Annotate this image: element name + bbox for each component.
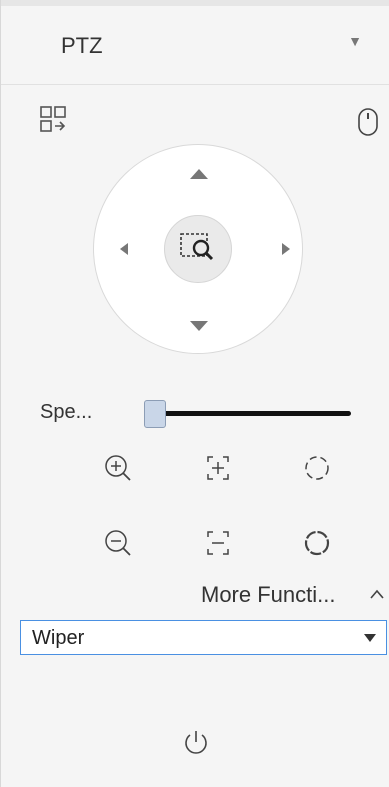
iris-close-icon	[304, 530, 330, 556]
panel-title: PTZ	[61, 33, 103, 58]
area-zoom-icon	[180, 233, 214, 261]
function-select-value: Wiper	[32, 627, 85, 649]
iris-open-icon	[305, 456, 329, 480]
pan-down-button[interactable]	[190, 321, 208, 331]
pan-left-button[interactable]	[120, 243, 128, 255]
ptz-direction-pad[interactable]	[93, 144, 303, 354]
function-select[interactable]: Wiper	[20, 620, 387, 655]
power-icon	[185, 731, 207, 754]
iris-open-button[interactable]	[297, 448, 337, 488]
ptz-panel: PTZ ▼ Spe... More Functi... Wiper	[0, 0, 389, 787]
power-button[interactable]	[179, 725, 213, 759]
speed-slider-thumb[interactable]	[144, 400, 166, 428]
pan-right-button[interactable]	[282, 243, 290, 255]
chevron-down-icon	[364, 634, 376, 642]
pan-up-button[interactable]	[190, 169, 208, 179]
window-switch-icon[interactable]	[39, 105, 69, 135]
iris-close-button[interactable]	[297, 523, 337, 563]
focus-plus-icon	[207, 456, 229, 480]
zoom-out-button[interactable]	[98, 523, 138, 563]
more-functions-label[interactable]: More Functi...	[201, 582, 335, 608]
focus-minus-icon	[207, 531, 229, 555]
zoom-out-icon	[105, 530, 131, 556]
mouse-icon[interactable]	[356, 107, 380, 137]
zoom-in-button[interactable]	[98, 448, 138, 488]
speed-slider-track[interactable]	[157, 411, 351, 416]
chevron-down-icon[interactable]: ▼	[348, 33, 362, 49]
speed-label: Spe...	[40, 401, 93, 423]
zoom-in-icon	[105, 455, 131, 481]
area-zoom-button[interactable]	[164, 215, 232, 283]
focus-near-button[interactable]	[198, 448, 238, 488]
chevron-up-icon[interactable]	[369, 587, 385, 605]
focus-far-button[interactable]	[198, 523, 238, 563]
ptz-header[interactable]: PTZ ▼	[1, 6, 389, 85]
